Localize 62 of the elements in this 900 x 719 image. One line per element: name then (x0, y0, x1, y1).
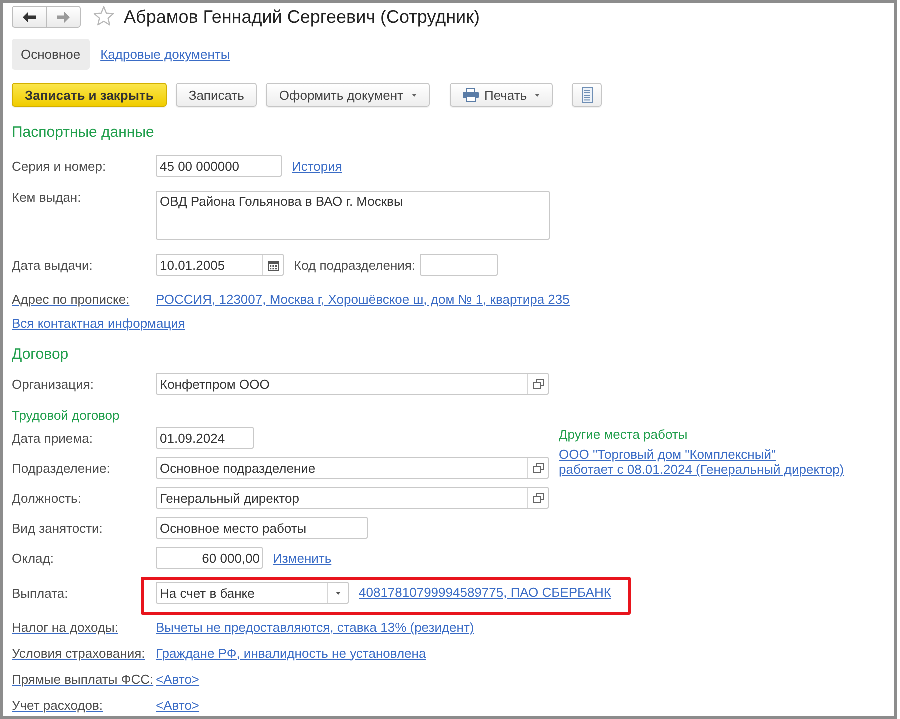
arrow-right-icon (57, 12, 70, 22)
value-link[interactable]: 40817810799994589775, ПАО СБЕРБАНК (359, 585, 612, 600)
reference-field[interactable]: Генеральный директор (156, 487, 549, 509)
caret-icon (412, 94, 417, 96)
field-label: Подразделение: (12, 460, 112, 476)
value-link[interactable]: <Авто> (156, 698, 200, 712)
field-label: Вид занятости: (12, 520, 104, 536)
amount-field[interactable]: 60 000,00 (156, 547, 263, 569)
star-icon[interactable] (93, 6, 115, 28)
field-label: Серия и номер: (12, 158, 108, 174)
back-button[interactable] (12, 6, 47, 28)
arrow-left-icon (23, 12, 36, 22)
field-label: Налог на доходы: (12, 620, 120, 634)
section-title: Договор (12, 345, 70, 365)
window-title: Абрамов Геннадий Сергеевич (Сотрудник) (124, 6, 480, 28)
field-label: Учет расходов: (12, 698, 104, 712)
caret-icon (535, 94, 540, 96)
field-label: Код подразделения: (294, 258, 416, 272)
value-link[interactable]: История (292, 158, 342, 174)
overlapping-squares-icon[interactable] (532, 463, 544, 473)
field-label: Должность: (12, 490, 82, 506)
calendar-icon (268, 260, 278, 270)
create-document-button[interactable]: Оформить документ (266, 83, 430, 107)
reference-field[interactable]: Основное подразделение (156, 457, 549, 479)
choice-field[interactable]: Основное место работы (156, 517, 368, 539)
other-jobs-title: Другие места работы (559, 427, 688, 442)
overlapping-squares-icon[interactable] (532, 379, 544, 389)
save-and-close-button[interactable]: Записать и закрыть (12, 83, 167, 107)
print-button[interactable]: Печать (450, 83, 554, 107)
value-link[interactable]: Граждане РФ, инвалидность не установлена (156, 646, 426, 660)
field-label: Условия страхования: (12, 646, 146, 660)
list-icon (582, 87, 593, 103)
value-link[interactable]: РОССИЯ, 123007, Москва г, Хорошёвское ш, дом № 1, квартира 235 (156, 292, 570, 306)
section-title: Паспортные данные (12, 123, 156, 143)
caret-icon (336, 592, 340, 594)
list-button[interactable] (572, 83, 602, 107)
other-job-link[interactable]: ООО "Торговый дом "Комплексный" работает с 08.01.2024 (Генеральный директор) (559, 447, 844, 477)
field-label: Кем выдан: (12, 191, 82, 204)
date-field[interactable]: 01.09.2024 (156, 427, 254, 449)
field-label: Прямые выплаты ФСС: (12, 672, 155, 686)
tab[interactable]: Основное (12, 39, 90, 70)
field-label: Дата выдачи: (12, 258, 94, 272)
field-label: Адрес по прописке: (12, 292, 131, 306)
field-label: Организация: (12, 376, 96, 392)
subsection-title: Трудовой договор (12, 408, 120, 423)
text-field[interactable] (420, 254, 498, 276)
value-link[interactable]: Вычеты не предоставляются, ставка 13% (резидент) (156, 620, 474, 634)
field-label: Выплата: (12, 586, 70, 601)
overlapping-squares-icon[interactable] (532, 493, 544, 503)
reference-field[interactable]: Конфетпром ООО (156, 373, 549, 395)
value-link[interactable]: <Авто> (156, 672, 200, 686)
date-field[interactable]: 10.01.2005 (156, 254, 284, 276)
save-button[interactable]: Записать (176, 83, 258, 107)
tab[interactable]: Кадровые документы (100, 39, 230, 70)
text-field[interactable]: 45 00 000000 (156, 155, 282, 177)
printer-icon (462, 88, 479, 102)
select-field[interactable]: На счет в банке (156, 582, 349, 604)
value-link[interactable]: Изменить (273, 550, 332, 566)
textarea-field[interactable]: ОВД Района Гольянова в ВАО г. Москвы (156, 191, 550, 240)
contact-info-link[interactable]: Вся контактная информация (12, 316, 186, 331)
field-label: Оклад: (12, 550, 55, 566)
field-label: Дата приема: (12, 430, 94, 446)
